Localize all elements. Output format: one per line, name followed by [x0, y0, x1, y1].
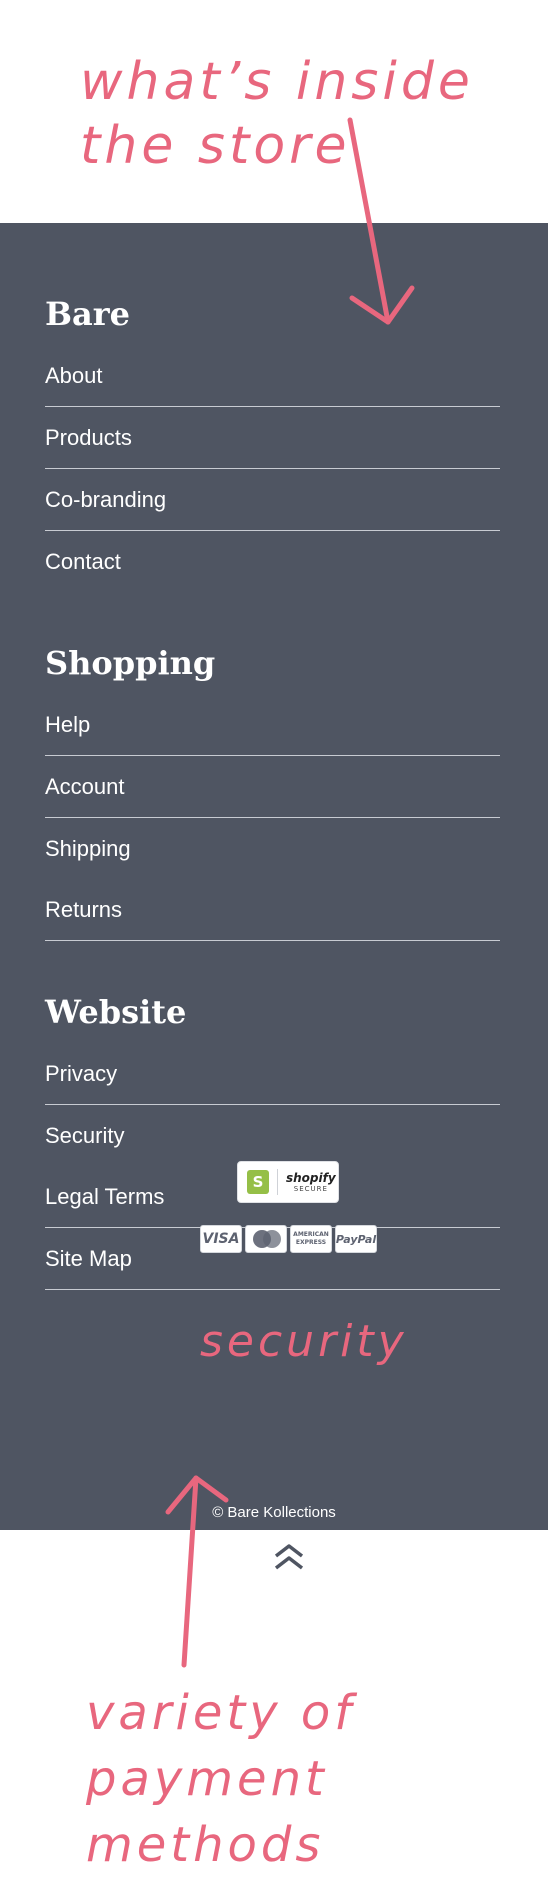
- footer-link-account[interactable]: Account: [45, 756, 500, 818]
- shopify-secure-badge[interactable]: S shopify SECURE: [237, 1161, 339, 1203]
- footer-link-security[interactable]: Security: [45, 1105, 500, 1166]
- badge-divider: [277, 1169, 278, 1195]
- section-title: Shopping: [45, 644, 216, 682]
- footer-section-bare: Bare About Products Co-branding Contact: [45, 283, 500, 592]
- amex-line: EXPRESS: [295, 1239, 327, 1246]
- annotation-line: the store: [80, 116, 351, 176]
- section-title: Bare: [45, 295, 130, 333]
- back-to-top-chevron-icon[interactable]: [272, 1542, 306, 1572]
- annotation-line: methods: [86, 1817, 325, 1873]
- footer-link-shipping[interactable]: Shipping: [45, 818, 500, 879]
- footer-link-products[interactable]: Products: [45, 407, 500, 469]
- annotation-line: variety of: [86, 1685, 356, 1741]
- footer-link-contact[interactable]: Contact: [45, 531, 500, 592]
- shopify-bag-icon: S: [247, 1170, 269, 1194]
- section-title: Website: [45, 993, 187, 1031]
- annotation-inside-store: what’s inside the store: [80, 50, 474, 178]
- shopify-secure-label: SECURE: [293, 1185, 328, 1193]
- annotation-payment-methods: variety of payment methods: [86, 1680, 355, 1878]
- annotation-security: security: [200, 1316, 408, 1367]
- footer-link-co-branding[interactable]: Co-branding: [45, 469, 500, 531]
- amex-icon: AMERICAN EXPRESS: [290, 1225, 332, 1253]
- amex-line: AMERICAN: [293, 1231, 329, 1238]
- footer-link-returns[interactable]: Returns: [45, 879, 500, 941]
- paypal-icon: PayPal: [335, 1225, 377, 1253]
- footer-link-help[interactable]: Help: [45, 694, 500, 756]
- footer-link-privacy[interactable]: Privacy: [45, 1043, 500, 1105]
- shopify-badge-text: shopify SECURE: [286, 1171, 336, 1193]
- annotation-line: payment: [86, 1751, 328, 1807]
- copyright-text: © Bare Kollections: [212, 1504, 336, 1521]
- annotation-line: what’s inside: [80, 52, 474, 112]
- footer-section-shopping: Shopping Help Account Shipping Returns: [45, 632, 500, 941]
- shopify-brand: shopify: [286, 1171, 336, 1185]
- mastercard-icon: [245, 1225, 287, 1253]
- payment-methods: VISA AMERICAN EXPRESS PayPal: [200, 1225, 377, 1253]
- visa-icon: VISA: [200, 1225, 242, 1253]
- footer-link-about[interactable]: About: [45, 345, 500, 407]
- mastercard-circles: [251, 1230, 281, 1248]
